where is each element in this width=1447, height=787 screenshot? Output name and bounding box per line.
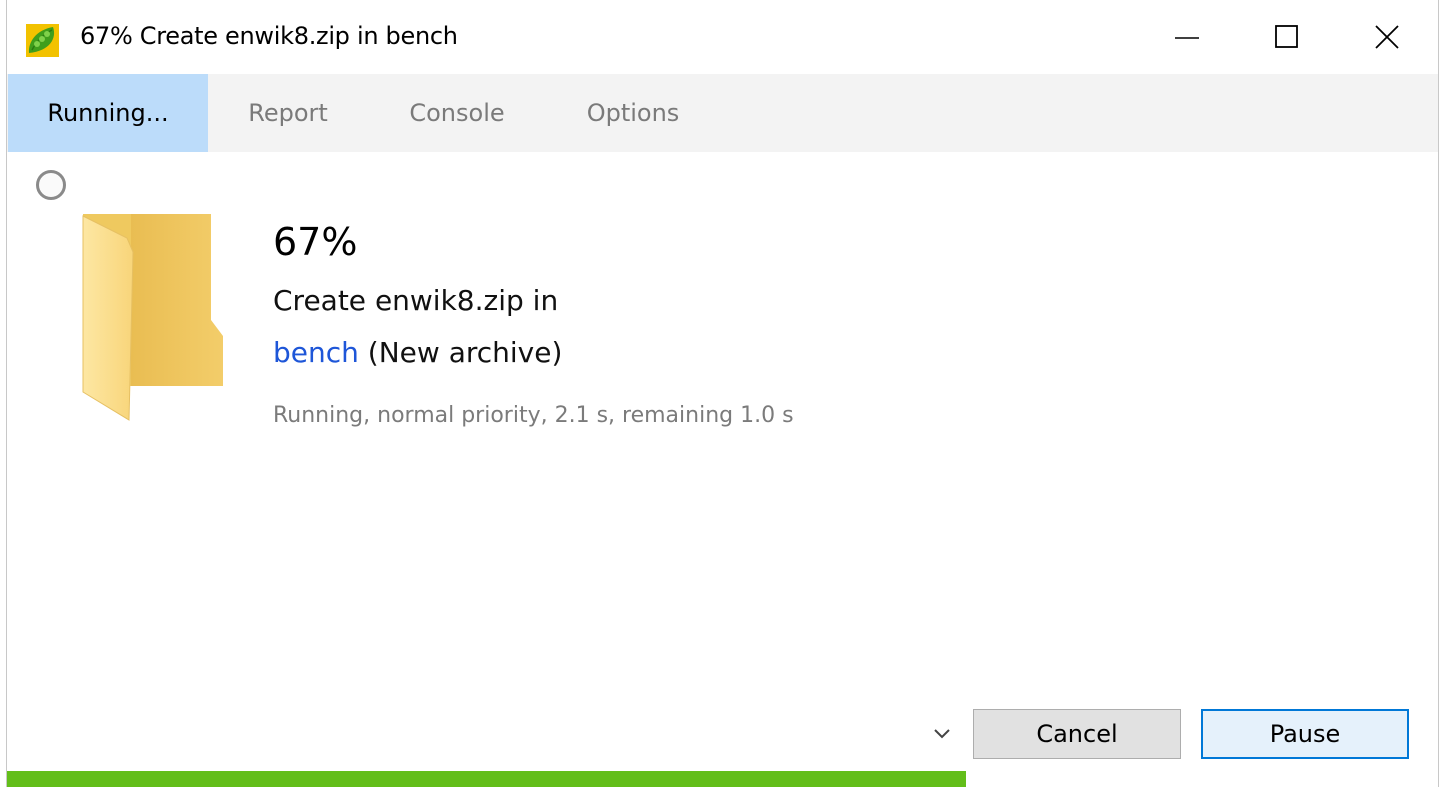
tab-report[interactable]: Report: [213, 74, 363, 152]
operation-destination: bench (New archive): [273, 336, 562, 369]
close-button[interactable]: [1337, 0, 1437, 74]
progress-percent: 67%: [273, 220, 358, 264]
folder-icon: [82, 214, 223, 421]
window-title: 67% Create enwik8.zip in bench: [80, 22, 458, 50]
tab-options[interactable]: Options: [557, 74, 709, 152]
destination-link[interactable]: bench: [273, 336, 359, 369]
close-icon: [1375, 25, 1399, 49]
tab-console[interactable]: Console: [382, 74, 532, 152]
cancel-button[interactable]: Cancel: [973, 709, 1181, 759]
expand-details-button[interactable]: [927, 722, 957, 746]
maximize-button[interactable]: [1237, 0, 1337, 74]
destination-suffix: (New archive): [358, 336, 563, 369]
operation-description: Create enwik8.zip in: [273, 284, 559, 317]
tab-running[interactable]: Running...: [8, 74, 208, 152]
title-bar[interactable]: 67% Create enwik8.zip in bench: [7, 0, 1438, 74]
pause-button[interactable]: Pause: [1201, 709, 1409, 759]
minimize-icon: [1175, 37, 1199, 39]
progress-bar-fill: [7, 771, 966, 787]
chevron-down-icon: [934, 729, 950, 739]
app-window: 67% Create enwik8.zip in bench Running..…: [6, 0, 1439, 787]
progress-bar: [7, 771, 1438, 787]
maximize-icon: [1275, 25, 1298, 48]
busy-spinner-icon: [36, 170, 66, 200]
status-text: Running, normal priority, 2.1 s, remaini…: [273, 403, 794, 428]
minimize-button[interactable]: [1137, 0, 1237, 74]
app-logo-icon: [26, 24, 59, 57]
tab-bar: Running... Report Console Options: [7, 74, 1438, 152]
